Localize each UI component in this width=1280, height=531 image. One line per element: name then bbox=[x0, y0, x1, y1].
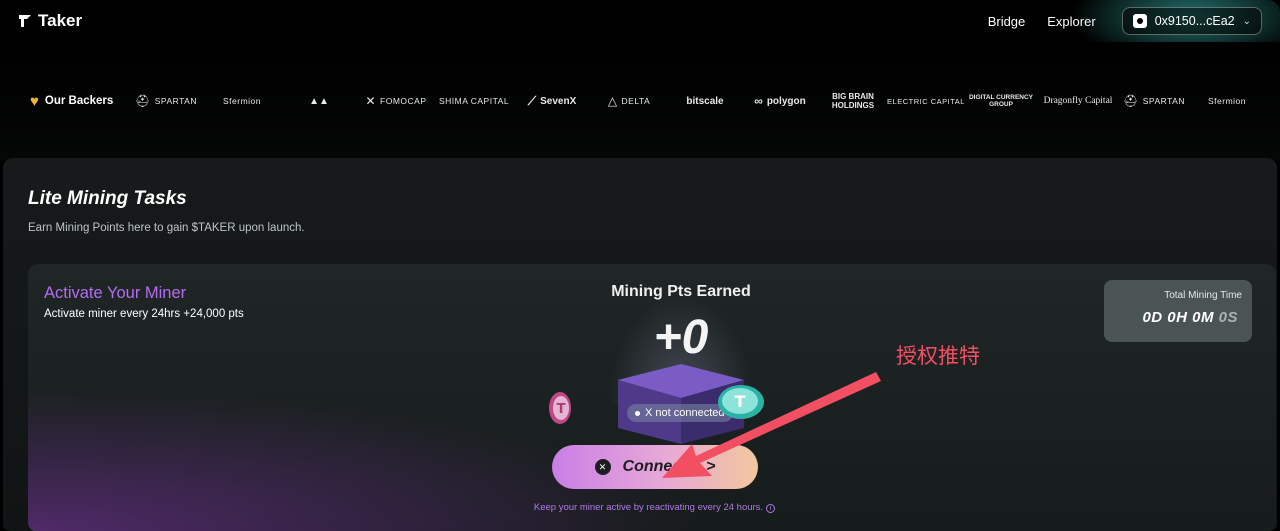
backer-logo: Sfermion bbox=[1207, 96, 1246, 106]
keep-active-text: Keep your miner active by reactivating e… bbox=[533, 502, 764, 513]
backer-logo: ⟋ SevenX bbox=[527, 93, 577, 108]
wallet-icon bbox=[1132, 14, 1147, 28]
backer-logo: ∞ polygon bbox=[754, 94, 806, 108]
sevenx-icon: ⟋ bbox=[527, 93, 537, 108]
helmet-icon: ⛑ bbox=[135, 94, 151, 108]
mining-time-main: 0D 0H 0M bbox=[1142, 309, 1214, 326]
top-header: Taker Bridge Explorer 0x9150...cEa2 ⌄ bbox=[0, 0, 1280, 70]
app-frame: Taker Bridge Explorer 0x9150...cEa2 ⌄ ♥ … bbox=[0, 0, 1280, 531]
backers-title: ♥ Our Backers bbox=[30, 93, 126, 110]
backer-logo: ELECTRIC CAPITAL bbox=[887, 96, 965, 106]
logo-text: Taker bbox=[38, 11, 83, 30]
mining-time-label: Total Mining Time bbox=[1164, 290, 1242, 301]
mining-time-seconds: 0S bbox=[1218, 309, 1238, 326]
mining-pts-label: Mining Pts Earned bbox=[611, 283, 751, 300]
backer-logo: bitscale bbox=[686, 95, 724, 107]
mining-pts-value: +0 bbox=[653, 311, 709, 364]
wallet-button[interactable]: 0x9150...cEa2 ⌄ bbox=[1121, 7, 1262, 35]
wallet-address: 0x9150...cEa2 bbox=[1154, 14, 1235, 28]
handshake-icon: ♥ bbox=[30, 92, 39, 110]
backer-logo: DIGITAL CURRENCY GROUP bbox=[968, 94, 1034, 108]
nav-explorer[interactable]: Explorer bbox=[1047, 14, 1095, 29]
backer-logo: ✕ FOMOCAP bbox=[365, 94, 427, 108]
lite-mining-panel: Lite Mining Tasks Earn Mining Points her… bbox=[3, 158, 1277, 531]
header-nav: Bridge Explorer 0x9150...cEa2 ⌄ bbox=[988, 0, 1280, 70]
total-mining-time-box: Total Mining Time 0D 0H 0M 0S bbox=[1104, 280, 1252, 342]
backer-logo: BIG BRAIN HOLDINGS bbox=[831, 92, 875, 110]
svg-text:T: T bbox=[735, 392, 746, 411]
mountain-icon: ▲▲ bbox=[309, 95, 329, 107]
backer-logo: ⛑ SPARTAN bbox=[135, 94, 197, 108]
chevron-down-icon: ⌄ bbox=[1242, 15, 1251, 27]
backer-logo: Sfermion bbox=[222, 96, 261, 106]
x-logo-icon: ✕ bbox=[594, 459, 611, 475]
infinity-icon: ∞ bbox=[754, 94, 763, 108]
activate-miner-card: Activate Your Miner Activate miner every… bbox=[28, 264, 1276, 531]
mining-pts-area: Mining Pts Earned +0 X not connected bbox=[556, 264, 806, 531]
panel-title: Lite Mining Tasks bbox=[28, 188, 187, 209]
backer-logo: ▲▲ bbox=[278, 96, 360, 107]
taker-logo[interactable]: Taker bbox=[18, 11, 82, 31]
connect-x-label: Connect X > bbox=[622, 458, 716, 475]
keep-active-note: Keep your miner active by reactivating e… bbox=[28, 502, 1276, 513]
miner-subtitle: Activate miner every 24hrs +24,000 pts bbox=[44, 308, 244, 320]
backer-logo: SHIMA CAPITAL bbox=[438, 96, 510, 106]
annotation-label: 授权推特 bbox=[896, 344, 980, 368]
mining-time-value: 0D 0H 0M 0S bbox=[1142, 309, 1238, 326]
info-icon[interactable]: i bbox=[766, 504, 776, 513]
backer-logo: △ DELTA bbox=[607, 94, 651, 108]
nav-bridge[interactable]: Bridge bbox=[988, 14, 1026, 29]
miner-title: Activate Your Miner bbox=[44, 284, 187, 302]
x-mark-icon: ✕ bbox=[365, 94, 377, 108]
backer-logo: Dragonfly Capital bbox=[1043, 96, 1113, 106]
x-status-text: X not connected bbox=[645, 407, 725, 419]
backer-logos: ⛑ SPARTAN Sfermion ▲▲ ✕ FOMOCAP SHIMA CAPI… bbox=[126, 92, 1266, 110]
connect-x-button[interactable]: ✕ Connect X > bbox=[552, 445, 758, 489]
taker-logo-icon bbox=[19, 15, 31, 27]
backers-title-text: Our Backers bbox=[44, 95, 114, 107]
delta-icon: △ bbox=[607, 94, 618, 108]
backers-strip: ♥ Our Backers ⛑ SPARTAN Sfermion ▲▲ ✕ FOMO… bbox=[0, 42, 1280, 160]
status-dot-icon bbox=[635, 410, 640, 416]
panel-subtitle: Earn Mining Points here to gain $TAKER u… bbox=[28, 222, 305, 234]
taker-coin-icon: T bbox=[716, 382, 766, 427]
backer-logo: ⛑ SPARTAN bbox=[1123, 94, 1185, 108]
helmet-icon: ⛑ bbox=[1123, 94, 1139, 108]
